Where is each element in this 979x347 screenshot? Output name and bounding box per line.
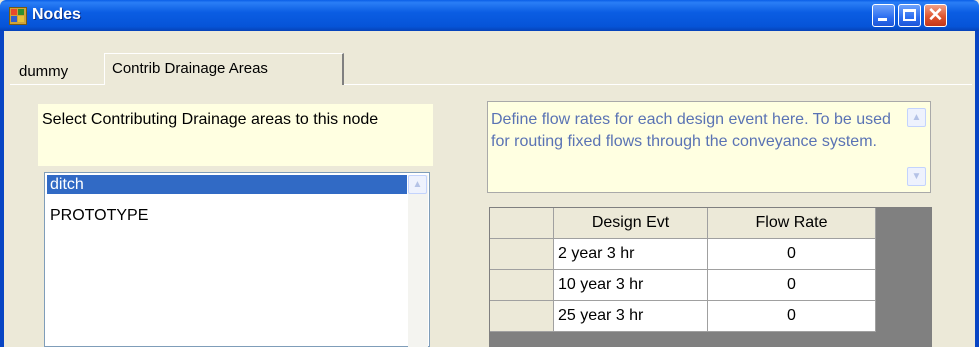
window-border-right: [975, 31, 979, 347]
scroll-up-arrow-icon: ▲: [412, 179, 423, 190]
maximize-icon: [903, 9, 916, 21]
select-drainage-label: Select Contributing Drainage areas to th…: [38, 104, 433, 166]
close-button[interactable]: ✕: [924, 4, 947, 27]
flow-rate-cell[interactable]: 0: [708, 301, 876, 332]
scroll-down-button[interactable]: ▼: [907, 167, 926, 186]
tab-contrib-drainage-areas[interactable]: Contrib Drainage Areas: [104, 53, 344, 85]
listbox-scrollbar[interactable]: ▲: [408, 175, 428, 347]
flow-rate-grid[interactable]: Design Evt Flow Rate 2 year 3 hr 0 10 ye…: [489, 207, 932, 347]
close-icon: ✕: [927, 5, 944, 26]
flow-rate-cell[interactable]: 0: [708, 239, 876, 270]
row-header[interactable]: [490, 270, 554, 301]
description-scrollbar[interactable]: ▲ ▼: [903, 103, 930, 191]
row-header[interactable]: [490, 239, 554, 270]
flow-rate-cell[interactable]: 0: [708, 270, 876, 301]
design-event-cell[interactable]: 25 year 3 hr: [554, 301, 708, 332]
description-text: Define flow rates for each design event …: [491, 111, 891, 150]
window-border-left: [0, 31, 4, 347]
column-header-flow-rate[interactable]: Flow Rate: [708, 208, 876, 239]
tab-dummy[interactable]: dummy: [12, 58, 104, 84]
scroll-up-button[interactable]: ▲: [408, 175, 427, 194]
maximize-button[interactable]: [898, 4, 921, 27]
minimize-button[interactable]: [872, 4, 895, 27]
window-app-icon[interactable]: [9, 7, 27, 25]
description-textbox[interactable]: Define flow rates for each design event …: [487, 101, 931, 193]
column-header-design-evt[interactable]: Design Evt: [554, 208, 708, 239]
design-event-cell[interactable]: 2 year 3 hr: [554, 239, 708, 270]
scroll-down-arrow-icon: ▼: [911, 171, 922, 182]
drainage-areas-listbox[interactable]: ditch PROTOTYPE ▲: [44, 172, 430, 347]
title-bar[interactable]: Nodes ✕: [0, 0, 979, 31]
grid-corner-header[interactable]: [490, 208, 554, 239]
design-event-cell[interactable]: 10 year 3 hr: [554, 270, 708, 301]
scroll-up-button[interactable]: ▲: [907, 108, 926, 127]
row-header[interactable]: [490, 301, 554, 332]
list-item[interactable]: PROTOTYPE: [47, 206, 407, 225]
minimize-icon: [878, 18, 887, 21]
scroll-up-arrow-icon: ▲: [911, 112, 922, 123]
list-item[interactable]: ditch: [47, 175, 407, 194]
window-title: Nodes: [32, 6, 81, 23]
